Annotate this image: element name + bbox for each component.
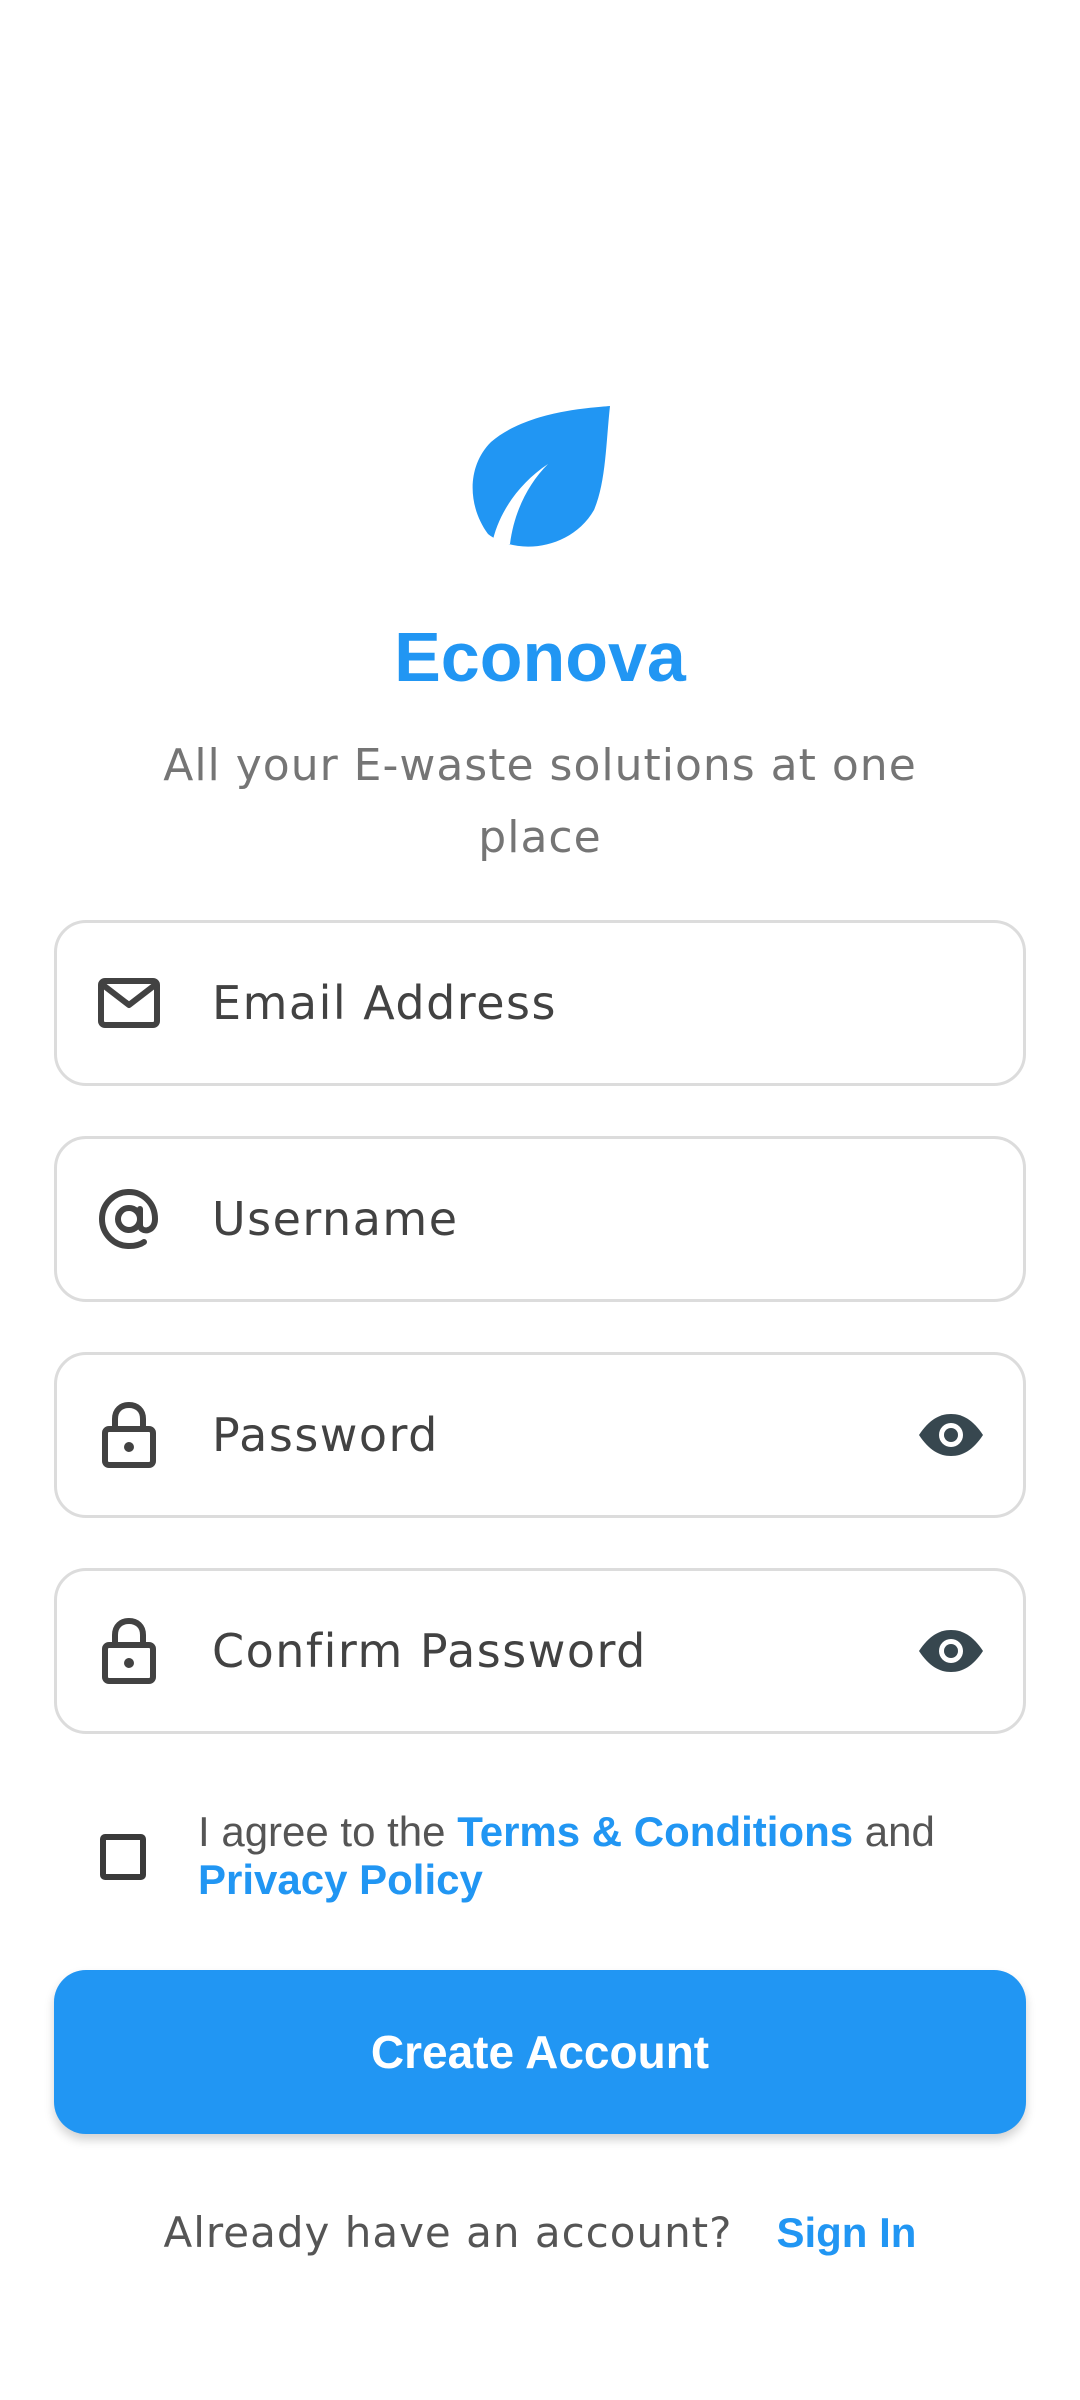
- username-field[interactable]: Username: [54, 1136, 1026, 1302]
- signin-row: Already have an account? Sign In: [0, 2208, 1080, 2268]
- eye-icon[interactable]: [913, 1613, 989, 1689]
- create-account-button[interactable]: Create Account: [54, 1970, 1026, 2134]
- lock-icon: [93, 1615, 165, 1687]
- email-field[interactable]: Email Address: [54, 920, 1026, 1086]
- password-field[interactable]: Password: [54, 1352, 1026, 1518]
- terms-middle: and: [853, 1808, 935, 1855]
- signin-prompt: Already have an account?: [163, 2208, 733, 2257]
- terms-link[interactable]: Terms & Conditions: [457, 1808, 853, 1855]
- confirm-password-field[interactable]: Confirm Password: [54, 1568, 1026, 1734]
- password-placeholder: Password: [212, 1408, 439, 1462]
- leaf-icon: [466, 402, 614, 550]
- terms-row: I agree to the Terms & Conditions and Pr…: [54, 1808, 1026, 1918]
- username-placeholder: Username: [212, 1192, 459, 1246]
- sign-in-link[interactable]: Sign In: [776, 2209, 916, 2256]
- terms-checkbox[interactable]: [100, 1834, 146, 1880]
- app-title: Econova: [394, 618, 686, 696]
- mail-icon: [93, 967, 165, 1039]
- terms-text: I agree to the Terms & Conditions and Pr…: [198, 1808, 1018, 1904]
- email-placeholder: Email Address: [212, 976, 557, 1030]
- terms-prefix: I agree to the: [198, 1808, 458, 1855]
- app-tagline: All your E-waste solutions at one place: [163, 740, 917, 863]
- confirm-password-placeholder: Confirm Password: [212, 1624, 647, 1678]
- at-sign-icon: [93, 1183, 165, 1255]
- privacy-policy-link[interactable]: Privacy Policy: [198, 1856, 483, 1903]
- lock-icon: [93, 1399, 165, 1471]
- eye-icon[interactable]: [913, 1397, 989, 1473]
